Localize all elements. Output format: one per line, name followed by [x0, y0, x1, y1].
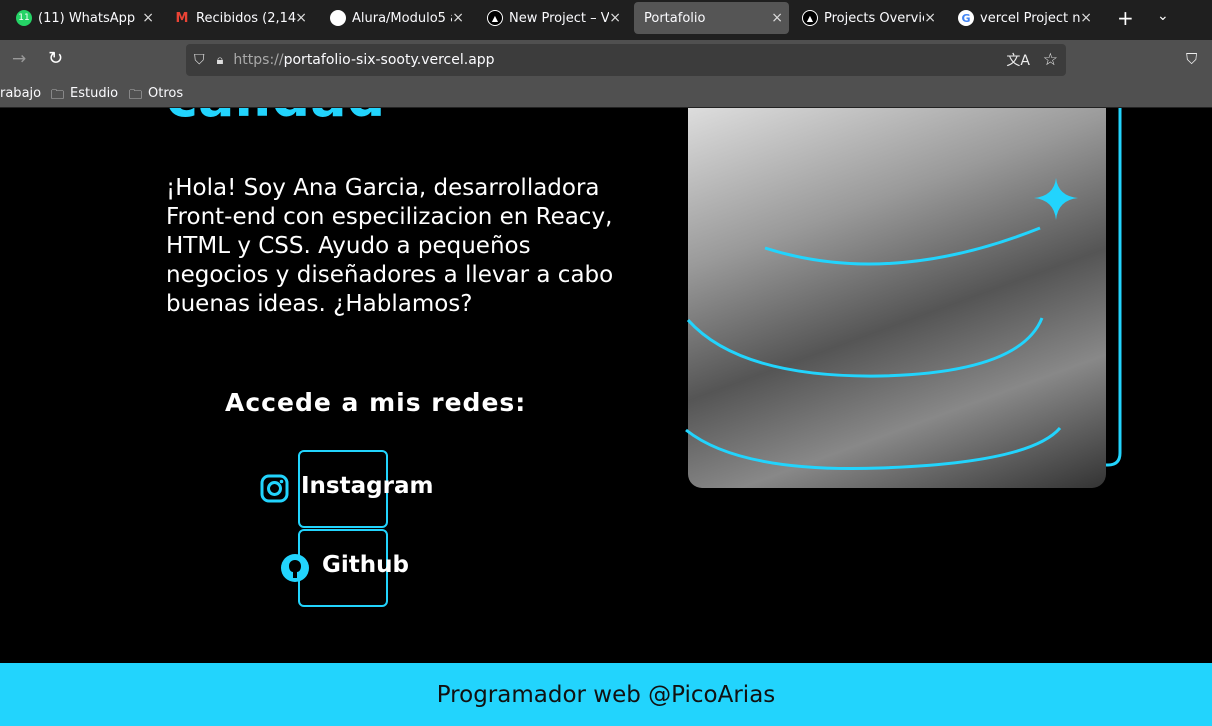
hero-title: calidad	[166, 108, 385, 129]
star-icon[interactable]: ☆	[1043, 50, 1058, 70]
footer: Programador web @PicoArias	[0, 663, 1212, 726]
translate-icon[interactable]: 文A	[1006, 50, 1030, 70]
instagram-icon	[260, 474, 289, 503]
tab-gmail[interactable]: M Recibidos (2,148 ×	[168, 2, 313, 34]
tab-portafolio[interactable]: Portafolio ×	[634, 2, 789, 34]
navigation-bar: → ↻ ⛉ 🔒︎ https://portafolio-six-sooty.ve…	[0, 40, 1212, 80]
google-icon: G	[958, 10, 974, 26]
close-tab-icon[interactable]: ×	[1080, 10, 1092, 26]
close-tab-icon[interactable]: ×	[142, 10, 154, 26]
folder-icon: 🗀	[129, 88, 143, 103]
sparkle-icon	[1034, 178, 1078, 220]
github-icon	[330, 10, 346, 26]
footer-text: Programador web @PicoArias	[436, 681, 776, 708]
github-icon	[281, 554, 309, 582]
close-tab-icon[interactable]: ×	[771, 10, 783, 26]
close-tab-icon[interactable]: ×	[609, 10, 621, 26]
close-tab-icon[interactable]: ×	[924, 10, 936, 26]
reload-icon[interactable]: ↻	[48, 48, 63, 69]
close-tab-icon[interactable]: ×	[295, 10, 307, 26]
close-tab-icon[interactable]: ×	[452, 10, 464, 26]
folder-icon: 🗀	[51, 88, 65, 103]
tab-new-project[interactable]: ▲ New Project – Ve ×	[481, 2, 627, 34]
vercel-icon: ▲	[802, 10, 818, 26]
tab-projects-overview[interactable]: ▲ Projects Overvie ×	[796, 2, 942, 34]
tab-google[interactable]: Gvercel Project na ×	[952, 2, 1098, 34]
bookmark-otros[interactable]: Otros	[148, 86, 183, 101]
intro-text: ¡Hola! Soy Ana Garcia, desarrolladora Fr…	[166, 175, 614, 317]
github-link[interactable]: Github	[322, 552, 409, 578]
tab-bar: 11 (11) WhatsApp × M Recibidos (2,148 × Alur…	[0, 0, 1212, 40]
shield-icon: ⛉	[194, 52, 205, 68]
tab-list-chevron-icon[interactable]: ⌄	[1157, 8, 1169, 24]
bookmarks-bar: rabajo 🗀 Estudio 🗀 Otros	[0, 80, 1212, 108]
bookmark-estudio[interactable]: Estudio	[70, 86, 118, 101]
social-heading: Accede a mis redes:	[225, 388, 527, 417]
forward-icon[interactable]: →	[12, 49, 26, 69]
tab-github[interactable]: Alura/Modulo5 a ×	[324, 2, 470, 34]
vercel-icon: ▲	[487, 10, 503, 26]
tab-whatsapp[interactable]: 11 (11) WhatsApp ×	[10, 2, 160, 34]
pocket-icon[interactable]: ⛉	[1186, 50, 1197, 68]
new-tab-button[interactable]: +	[1117, 6, 1134, 30]
gmail-icon: M	[175, 10, 189, 26]
bookmark-trabajo[interactable]: rabajo	[0, 86, 41, 101]
url-bar[interactable]: ⛉ 🔒︎ https://portafolio-six-sooty.vercel…	[186, 44, 1066, 76]
portfolio-page: calidad ¡Hola! Soy Ana Garcia, desarroll…	[0, 108, 1212, 663]
instagram-link[interactable]: Instagram	[301, 473, 433, 499]
whatsapp-icon: 11	[16, 10, 32, 26]
lock-icon: 🔒︎	[216, 52, 224, 68]
decorative-arcs	[685, 178, 1078, 470]
